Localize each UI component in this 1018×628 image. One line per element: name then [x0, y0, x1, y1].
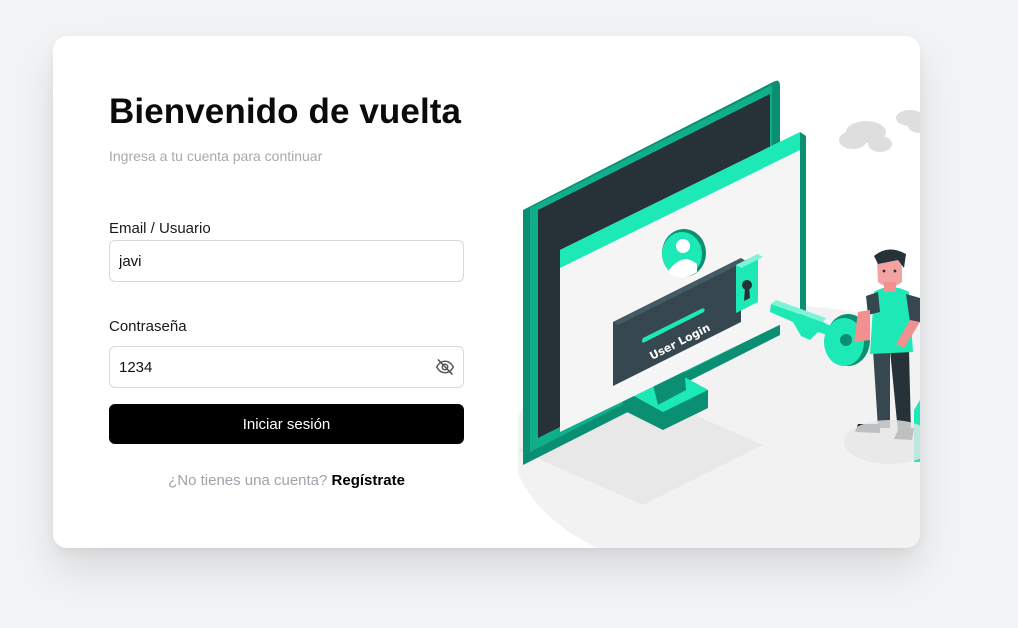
- page-title: Bienvenido de vuelta: [109, 92, 462, 131]
- password-field[interactable]: [110, 347, 428, 387]
- login-card: Bienvenido de vuelta Ingresa a tu cuenta…: [53, 36, 920, 548]
- login-button[interactable]: Iniciar sesión: [109, 404, 464, 444]
- signup-prompt: ¿No tienes una cuenta?: [168, 472, 328, 489]
- email-field-box: [109, 240, 464, 282]
- cloud-icon: [839, 110, 920, 152]
- password-field-box: [109, 346, 464, 388]
- signup-link[interactable]: Regístrate: [332, 472, 405, 489]
- user-login-illustration: User Login: [518, 80, 920, 548]
- email-label: Email / Usuario: [109, 220, 211, 237]
- eye-off-icon[interactable]: [435, 357, 455, 377]
- password-label: Contraseña: [109, 318, 187, 335]
- email-field[interactable]: [110, 241, 428, 281]
- page-subtitle: Ingresa a tu cuenta para continuar: [109, 148, 323, 164]
- signup-row: ¿No tienes una cuenta? Regístrate: [109, 472, 464, 489]
